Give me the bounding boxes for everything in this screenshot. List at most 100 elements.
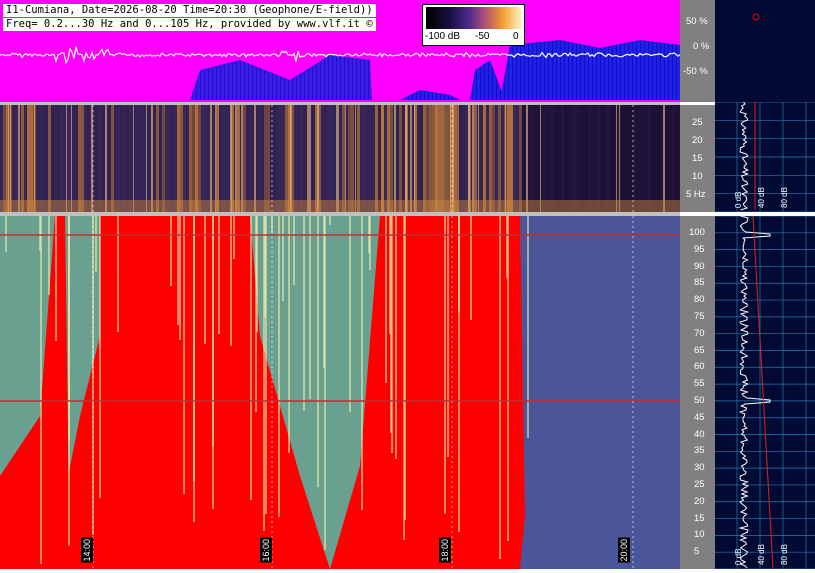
spectrogram-low-column bbox=[561, 105, 564, 212]
spectrogram-low-column bbox=[462, 105, 465, 212]
spectrogram-high-streak bbox=[303, 216, 305, 411]
spectrogram-low-column bbox=[99, 105, 102, 212]
spectrogram-low-column bbox=[78, 105, 81, 212]
spectrogram-high-streak bbox=[233, 216, 235, 259]
spectrogram-low-column bbox=[225, 105, 228, 212]
spectrogram-high-streak bbox=[385, 216, 387, 383]
spectrogram-high-streak bbox=[329, 216, 331, 225]
spectrogram-low-column bbox=[72, 105, 75, 212]
spectrogram-low-column bbox=[303, 105, 306, 212]
spectrogram-low-column bbox=[375, 105, 378, 212]
spectrogram-low-streak bbox=[215, 105, 216, 212]
spectrogram-low-column bbox=[558, 105, 561, 212]
spectrogram-low-streak bbox=[151, 105, 153, 212]
spectrogram-low-column bbox=[102, 105, 105, 212]
spectrogram-high-streak bbox=[218, 216, 220, 334]
spectrogram-high-streak bbox=[323, 216, 325, 368]
spectrogram-low-column bbox=[510, 105, 513, 212]
spectrogram-low-column bbox=[552, 105, 555, 212]
spectrogram-low-streak bbox=[309, 105, 311, 212]
spectrogram-low-streak bbox=[230, 105, 232, 212]
spectrogram-low-streak bbox=[355, 105, 356, 212]
spectrogram-low-column bbox=[192, 105, 195, 212]
amp-tick-50: 50 % bbox=[686, 16, 708, 27]
spectrogram-low-column bbox=[570, 105, 573, 212]
spectrogram-high-streak bbox=[447, 216, 449, 457]
spectrogram-low-plot bbox=[0, 105, 680, 212]
colorbar-tick-min: -100 dB bbox=[425, 31, 461, 42]
high-tick-label: 85 bbox=[694, 277, 705, 289]
spectrogram-low-column bbox=[669, 105, 672, 212]
spectrogram-low-column bbox=[312, 105, 315, 212]
spectrogram-low-column bbox=[366, 105, 369, 212]
spectrogram-low-column bbox=[459, 105, 462, 212]
header-frequency: Freq= 0.2...30 Hz and 0...105 Hz, provid… bbox=[3, 18, 376, 31]
spectrogram-low-column bbox=[417, 105, 420, 212]
spectrogram-low-column bbox=[54, 105, 57, 212]
spectrogram-low-column bbox=[600, 105, 603, 212]
spectrogram-low-column bbox=[423, 105, 426, 212]
spectrogram-low-column bbox=[117, 105, 120, 212]
spectrogram-low-streak bbox=[337, 105, 339, 212]
spectrogram-low-column bbox=[219, 105, 222, 212]
spectrogram-low-column bbox=[582, 105, 585, 212]
spectrogram-low-column bbox=[120, 105, 123, 212]
high-tick-label: 5 bbox=[694, 546, 700, 558]
spectrogram-low-streak bbox=[8, 105, 9, 212]
spectrogram-low-streak bbox=[450, 105, 451, 212]
spectrogram-high-streak bbox=[527, 216, 529, 438]
spectrogram-low-column bbox=[297, 105, 300, 212]
spectrogram-high-streak bbox=[499, 216, 501, 559]
high-tick-label: 90 bbox=[694, 260, 705, 272]
spectrogram-high-streak bbox=[278, 216, 280, 517]
spectrogram-low-column bbox=[15, 105, 18, 212]
spectrogram-high-streak bbox=[95, 216, 97, 272]
spectrogram-low-column bbox=[381, 105, 384, 212]
spectrogram-low-column bbox=[300, 105, 303, 212]
spectrogram-low-streak bbox=[526, 105, 528, 212]
amplitude-side-panel bbox=[715, 0, 815, 102]
spectrogram-low-column bbox=[519, 105, 522, 212]
spectrogram-low-column bbox=[87, 105, 90, 212]
spectrogram-low-column bbox=[57, 105, 60, 212]
amp-tick-0: 0 % bbox=[693, 41, 710, 52]
spectrogram-low-column bbox=[594, 105, 597, 212]
spectrogram-low-streak bbox=[210, 105, 212, 212]
spectrogram-low-streak bbox=[410, 105, 412, 212]
spectrogram-low-column bbox=[351, 105, 354, 212]
spectrogram-low-column bbox=[342, 105, 345, 212]
spectrogram-low-column bbox=[243, 105, 246, 212]
high-tick-label: 80 bbox=[694, 294, 705, 306]
spectrogram-high-streak bbox=[361, 216, 363, 510]
spectrogram-low-streak bbox=[505, 105, 506, 212]
spectrogram-low-column bbox=[399, 105, 402, 212]
spectrogram-low-column bbox=[531, 105, 534, 212]
spectrogram-high-streak bbox=[403, 216, 405, 540]
spectrogram-low-column bbox=[204, 105, 207, 212]
spectrogram-low-column bbox=[285, 105, 288, 212]
spectrogram-low-column bbox=[576, 105, 579, 212]
spectrogram-low-column bbox=[456, 105, 459, 212]
spectrogram-low-streak bbox=[478, 105, 479, 212]
spectrogram-low-streak bbox=[317, 105, 319, 212]
spectrogram-low-column bbox=[543, 105, 546, 212]
spectrogram-low-streak bbox=[66, 105, 67, 212]
spectrogram-low-column bbox=[609, 105, 612, 212]
spectrogram-low-column bbox=[159, 105, 162, 212]
spectrogram-low-column bbox=[0, 105, 3, 212]
spectrogram-low-column bbox=[279, 105, 282, 212]
spectrogram-high-streak bbox=[256, 216, 258, 332]
amp-tick-neg50: -50 % bbox=[683, 66, 708, 77]
spectrogram-low-streak bbox=[394, 105, 396, 212]
spectrogram-low-column bbox=[339, 105, 342, 212]
spectrogram-low-column bbox=[39, 105, 42, 212]
spectrogram-low-column bbox=[276, 105, 279, 212]
high-tick-label: 25 bbox=[694, 479, 705, 490]
spectrogram-low-column bbox=[387, 105, 390, 212]
spectrogram-low-column bbox=[330, 105, 333, 212]
spectrogram-low-column bbox=[114, 105, 117, 212]
spectrogram-low-column bbox=[513, 105, 516, 212]
low-tick-5: 5 Hz bbox=[686, 189, 706, 200]
spectrogram-low-column bbox=[30, 105, 33, 212]
spectrogram-low-column bbox=[672, 105, 675, 212]
